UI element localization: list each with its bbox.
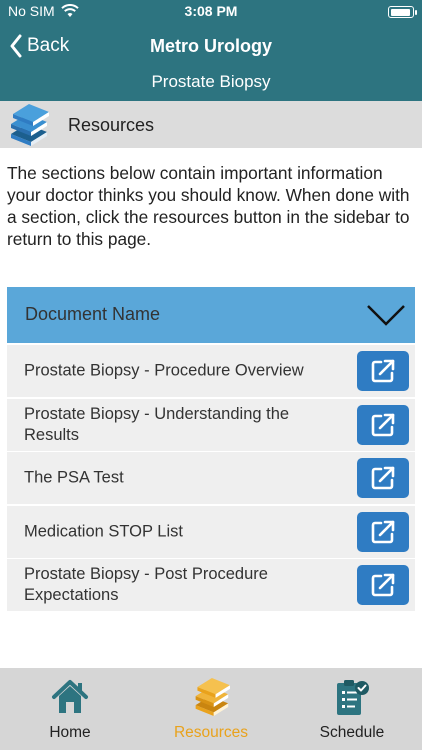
- tab-home[interactable]: Home: [0, 668, 140, 750]
- nav-header: No SIM 3:08 PM Back Metro Urology Prosta…: [0, 0, 422, 101]
- document-label: Medication STOP List: [24, 522, 183, 540]
- tab-bar: Home Resources Schedule: [0, 668, 422, 750]
- open-document-button[interactable]: [357, 511, 409, 552]
- tab-resources[interactable]: Resources: [141, 668, 281, 750]
- external-link-icon: [371, 520, 395, 543]
- document-list-header[interactable]: Document Name: [7, 287, 415, 343]
- document-list: Prostate Biopsy - Procedure Overview Pro…: [7, 345, 415, 613]
- document-row[interactable]: Medication STOP List: [7, 505, 415, 558]
- open-document-button[interactable]: [357, 351, 409, 391]
- external-link-icon: [371, 466, 395, 490]
- battery-icon: [388, 6, 417, 18]
- page-subtitle: Prostate Biopsy: [151, 72, 271, 91]
- intro-text: The sections below contain important inf…: [7, 163, 410, 249]
- document-row[interactable]: Prostate Biopsy - Procedure Overview: [7, 345, 415, 397]
- page-title: Metro Urology: [149, 36, 272, 56]
- tab-schedule-label: Schedule: [319, 724, 385, 741]
- status-time: 3:08 PM: [184, 3, 238, 19]
- section-header: Resources: [0, 101, 422, 148]
- tab-schedule[interactable]: Schedule: [282, 668, 422, 750]
- document-label: The PSA Test: [24, 468, 124, 487]
- open-document-button[interactable]: [357, 458, 409, 498]
- books-icon: [11, 104, 49, 146]
- document-row[interactable]: Prostate Biopsy - Post Procedure Expecta…: [7, 559, 415, 611]
- status-bar: No SIM 3:08 PM: [0, 0, 422, 24]
- document-label: Prostate Biopsy - Post Procedure Expecta…: [24, 565, 268, 604]
- section-title: Resources: [68, 115, 155, 135]
- document-row[interactable]: The PSA Test: [7, 452, 415, 504]
- document-header-label: Document Name: [25, 304, 161, 324]
- chevron-down-icon[interactable]: [366, 303, 406, 327]
- tab-resources-label: Resources: [173, 724, 249, 741]
- open-document-button[interactable]: [357, 404, 409, 445]
- document-label: Prostate Biopsy - Procedure Overview: [24, 361, 304, 380]
- document-row[interactable]: Prostate Biopsy - Understanding the Resu…: [7, 398, 415, 451]
- external-link-icon: [371, 359, 395, 383]
- open-document-button[interactable]: [357, 565, 409, 605]
- external-link-icon: [371, 573, 395, 597]
- document-label: Prostate Biopsy - Understanding the Resu…: [24, 404, 290, 444]
- external-link-icon: [371, 413, 395, 436]
- tab-home-label: Home: [49, 724, 91, 741]
- schedule-icon: [337, 680, 369, 715]
- books-icon: [195, 678, 230, 716]
- home-icon: [52, 680, 88, 713]
